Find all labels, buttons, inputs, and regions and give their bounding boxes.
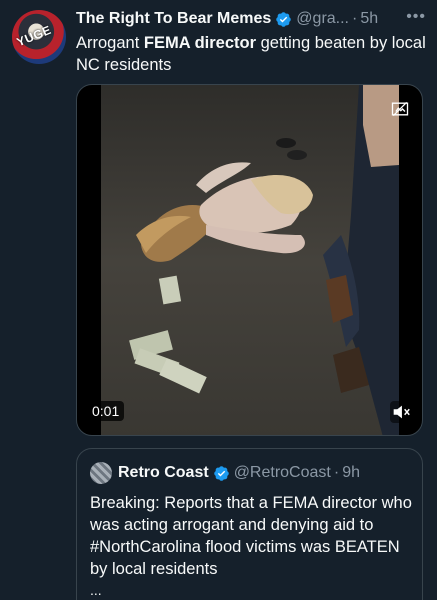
quote-ellipsis: ... — [90, 582, 102, 598]
more-icon[interactable]: ••• — [406, 8, 426, 26]
quote-time[interactable]: 9h — [342, 464, 360, 482]
video-player[interactable]: 0:01 — [76, 84, 423, 436]
quote-author-name[interactable]: Retro Coast — [118, 464, 209, 482]
author-display-name[interactable]: The Right To Bear Memes — [76, 10, 271, 28]
quote-author-handle[interactable]: @RetroCoast — [234, 464, 331, 482]
author-avatar[interactable]: YUGE — [12, 10, 66, 64]
video-frame[interactable] — [101, 85, 399, 435]
sensitive-content-icon[interactable] — [390, 99, 410, 119]
volume-muted-icon[interactable] — [390, 401, 412, 423]
quote-header: Retro Coast @RetroCoast · 9h — [118, 462, 360, 484]
separator-dot: · — [333, 464, 340, 481]
tweet-text-bold: FEMA director — [143, 34, 257, 52]
quote-text: Breaking: Reports that a FEMA director w… — [90, 494, 412, 578]
video-still-image — [101, 85, 399, 435]
avatar-logo-text: YUGE — [14, 22, 54, 50]
verified-badge-icon — [213, 465, 229, 481]
tweet-text: Arrogant FEMA director getting beaten by… — [76, 32, 426, 76]
author-handle[interactable]: @gra... — [296, 10, 349, 28]
tweet[interactable]: YUGE The Right To Bear Memes @gra... · 5… — [0, 0, 437, 600]
post-time[interactable]: 5h — [360, 10, 378, 28]
quoted-tweet[interactable]: Retro Coast @RetroCoast · 9h Breaking: R… — [76, 448, 423, 600]
tweet-header: The Right To Bear Memes @gra... · 5h ••• — [76, 8, 428, 30]
video-duration: 0:01 — [87, 401, 125, 421]
tweet-text-prefix: Arrogant — [76, 34, 144, 52]
verified-badge-icon — [276, 11, 292, 27]
quote-author-avatar[interactable] — [90, 462, 112, 484]
separator-dot: · — [352, 10, 358, 27]
